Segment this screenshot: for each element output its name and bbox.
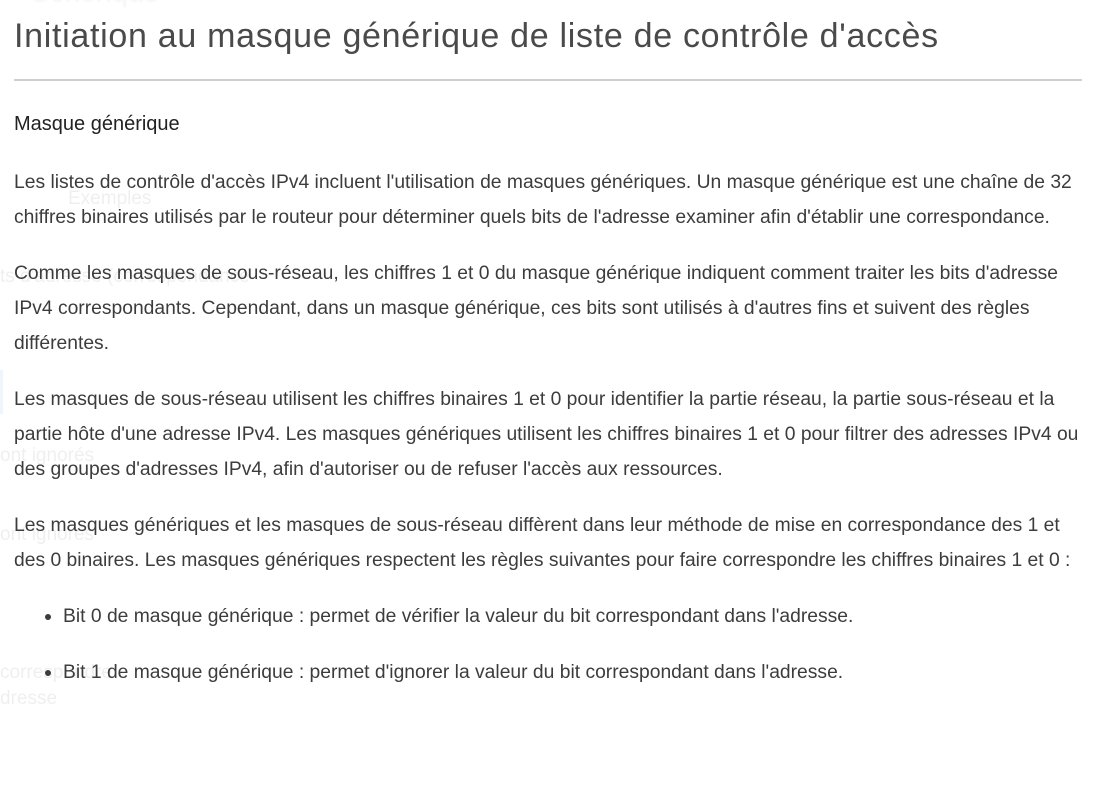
- ghost-text: dresse: [0, 688, 58, 709]
- main-content: Initiation au masque générique de liste …: [0, 0, 1100, 690]
- paragraph-comparison: Comme les masques de sous-réseau, les ch…: [14, 263, 1058, 354]
- rules-list: Bit 0 de masque générique : permet de vé…: [14, 599, 1082, 690]
- paragraph-definition: Les listes de contrôle d'accès IPv4 incl…: [14, 172, 1072, 228]
- list-item-bit-1: Bit 1 de masque générique : permet d'ign…: [42, 655, 1082, 690]
- page-title: Initiation au masque générique de liste …: [14, 17, 939, 55]
- paragraph-usage: Les masques de sous-réseau utilisent les…: [14, 389, 1079, 480]
- section-heading: Masque générique: [14, 113, 180, 135]
- list-item-bit-0: Bit 0 de masque générique : permet de vé…: [42, 599, 1082, 634]
- paragraph-rules-intro: Les masques génériques et les masques de…: [14, 515, 1071, 571]
- title-divider: [14, 79, 1082, 81]
